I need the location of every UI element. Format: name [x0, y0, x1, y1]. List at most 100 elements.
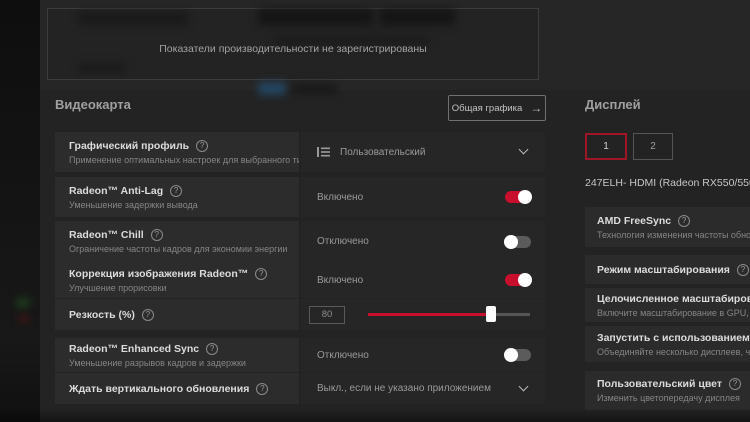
anti-lag-toggle[interactable]: [505, 190, 532, 204]
setting-row-anti-lag: Radeon™ Anti-Lag ? Уменьшение задержки в…: [55, 177, 545, 217]
help-icon[interactable]: ?: [256, 382, 269, 395]
integer-scaling-title: Целочисленное масштабирование: [597, 292, 750, 305]
anti-lag-label-cell: Radeon™ Anti-Lag ? Уменьшение задержки в…: [55, 177, 299, 217]
display-heading: Дисплей: [585, 97, 641, 112]
custom-color-subtitle: Изменить цветопередачу дисплея: [597, 393, 740, 403]
sharpness-label-cell: Резкость (%) ?: [55, 299, 299, 330]
performance-metrics-message: Показатели производительности не зарегис…: [159, 43, 427, 55]
setting-row-enhanced-sync: Radeon™ Enhanced Sync ? Уменьшение разры…: [55, 338, 545, 372]
display-row-custom-color[interactable]: Пользовательский цвет ? Изменить цветопе…: [585, 371, 750, 410]
display-row-scaling-mode[interactable]: Режим масштабирования ?: [585, 255, 750, 284]
integer-scaling-subtitle: Включите масштабирование в GPU, чтобы ра…: [597, 307, 750, 318]
freesync-subtitle: Технология изменения частоты обновления.: [597, 229, 750, 240]
toggle-knob: [504, 348, 518, 362]
display-device-name: 247ELH- HDMI (Radeon RX550/550 Series): [585, 177, 750, 189]
toggle-knob: [518, 190, 532, 204]
enhanced-sync-control-cell: Отключено: [301, 338, 545, 372]
enhanced-sync-label-cell: Radeon™ Enhanced Sync ? Уменьшение разры…: [55, 338, 299, 372]
anti-lag-subtitle: Уменьшение задержки вывода: [69, 199, 198, 210]
sharpness-input[interactable]: [309, 305, 345, 324]
custom-profile-icon: [317, 147, 330, 157]
setting-row-vsync: Ждать вертикального обновления ? Выкл., …: [55, 373, 545, 404]
videocard-heading: Видеокарта: [55, 97, 131, 112]
display-row-eyefinity[interactable]: Запустить с использованием технологии AM…: [585, 326, 750, 362]
enhanced-sync-state-text: Отключено: [317, 349, 369, 361]
vsync-dropdown[interactable]: Выкл., если не указано приложением: [301, 373, 545, 404]
chevron-down-icon: [518, 381, 529, 391]
setting-row-graphics-profile: Графический профиль ? Применение оптимал…: [55, 132, 545, 172]
general-graphics-label: Общая графика: [451, 102, 523, 114]
chill-toggle[interactable]: [504, 234, 531, 249]
vsync-label-cell: Ждать вертикального обновления ?: [55, 373, 299, 404]
image-sharpening-subtitle: Улучшение прорисовки: [69, 282, 167, 293]
eyefinity-title: Запустить с использованием технологии AM…: [597, 331, 750, 344]
left-dark-strip: [0, 0, 40, 422]
display-tab-2-label: 2: [650, 141, 656, 152]
blurred-blue-badge: [258, 82, 286, 95]
toggle-knob: [518, 273, 532, 287]
graphics-profile-label-cell: Графический профиль ? Применение оптимал…: [55, 132, 299, 172]
help-icon[interactable]: ?: [729, 378, 741, 390]
blurred-text-block: [78, 12, 188, 25]
image-sharpening-state-text: Включено: [317, 274, 364, 286]
help-icon[interactable]: ?: [255, 267, 268, 280]
blurred-text-block: [292, 84, 337, 94]
sharpness-slider[interactable]: [368, 306, 530, 322]
display-tab-1[interactable]: 1: [585, 133, 627, 160]
chill-label-cell: Radeon™ Chill ? Ограничение частоты кадр…: [55, 221, 299, 262]
scaling-mode-title: Режим масштабирования: [597, 263, 730, 276]
graphics-profile-subtitle: Применение оптимальных настроек для выбр…: [69, 154, 299, 165]
help-icon[interactable]: ?: [206, 342, 219, 355]
image-sharpening-title: Коррекция изображения Radeon™: [69, 267, 249, 280]
display-row-integer-scaling[interactable]: Целочисленное масштабирование ? Включите…: [585, 288, 750, 322]
arrow-right-icon: →: [530, 101, 543, 115]
bottom-shadow: [0, 408, 750, 422]
chill-control-cell: Отключено: [301, 221, 545, 262]
chevron-down-icon: [518, 144, 529, 155]
help-icon[interactable]: ?: [678, 214, 691, 227]
display-row-freesync[interactable]: AMD FreeSync ? Технология изменения част…: [585, 207, 750, 247]
help-icon[interactable]: ?: [170, 184, 183, 197]
radeon-settings-screen: Показатели производительности не зарегис…: [0, 0, 750, 422]
blurred-text-block: [78, 63, 126, 73]
graphics-profile-value: Пользовательский: [340, 146, 426, 158]
chill-title: Radeon™ Chill: [69, 229, 144, 241]
slider-handle[interactable]: [486, 306, 497, 322]
graphics-profile-dropdown[interactable]: Пользовательский: [301, 132, 545, 172]
general-graphics-button[interactable]: Общая графика →: [448, 95, 546, 121]
dimmed-top-zone: Показатели производительности не зарегис…: [40, 0, 750, 95]
setting-row-image-sharpening: Коррекция изображения Radeon™ ? Улучшени…: [55, 262, 545, 298]
enhanced-sync-toggle[interactable]: [504, 348, 531, 362]
display-tab-1-label: 1: [603, 141, 609, 152]
help-icon[interactable]: ?: [150, 229, 163, 241]
performance-metrics-panel: Показатели производительности не зарегис…: [47, 8, 539, 80]
help-icon[interactable]: ?: [196, 139, 209, 152]
anti-lag-title: Radeon™ Anti-Lag: [69, 184, 164, 197]
anti-lag-state-text: Включено: [317, 191, 364, 203]
vsync-value: Выкл., если не указано приложением: [317, 383, 491, 394]
vsync-title: Ждать вертикального обновления: [69, 382, 250, 395]
help-icon[interactable]: ?: [736, 263, 749, 276]
enhanced-sync-title: Radeon™ Enhanced Sync: [69, 342, 200, 355]
chill-subtitle: Ограничение частоты кадров для экономии …: [69, 244, 288, 254]
chill-state-text: Отключено: [317, 236, 369, 247]
display-tab-2[interactable]: 2: [633, 133, 673, 160]
setting-row-sharpness: Резкость (%) ?: [55, 299, 545, 330]
setting-row-chill: Radeon™ Chill ? Ограничение частоты кадр…: [55, 221, 545, 262]
image-sharpening-toggle[interactable]: [505, 273, 532, 287]
blurred-text-block: [258, 9, 373, 25]
image-sharpening-label-cell: Коррекция изображения Radeon™ ? Улучшени…: [55, 262, 299, 298]
freesync-title: AMD FreeSync: [597, 214, 672, 227]
blurred-red-blob: [18, 315, 30, 323]
slider-fill: [368, 313, 492, 316]
sharpness-control-cell: [301, 299, 545, 330]
enhanced-sync-subtitle: Уменьшение разрывов кадров и задержки: [69, 357, 246, 368]
blurred-green-blob: [16, 298, 30, 308]
blurred-text-block: [380, 9, 455, 25]
eyefinity-subtitle: Объединяйте несколько дисплеев, чтобы он…: [597, 346, 750, 357]
image-sharpening-control-cell: Включено: [301, 262, 545, 298]
help-icon[interactable]: ?: [141, 308, 154, 321]
sharpness-title: Резкость (%): [69, 308, 135, 321]
anti-lag-control-cell: Включено: [301, 177, 545, 217]
graphics-profile-title: Графический профиль: [69, 139, 190, 152]
